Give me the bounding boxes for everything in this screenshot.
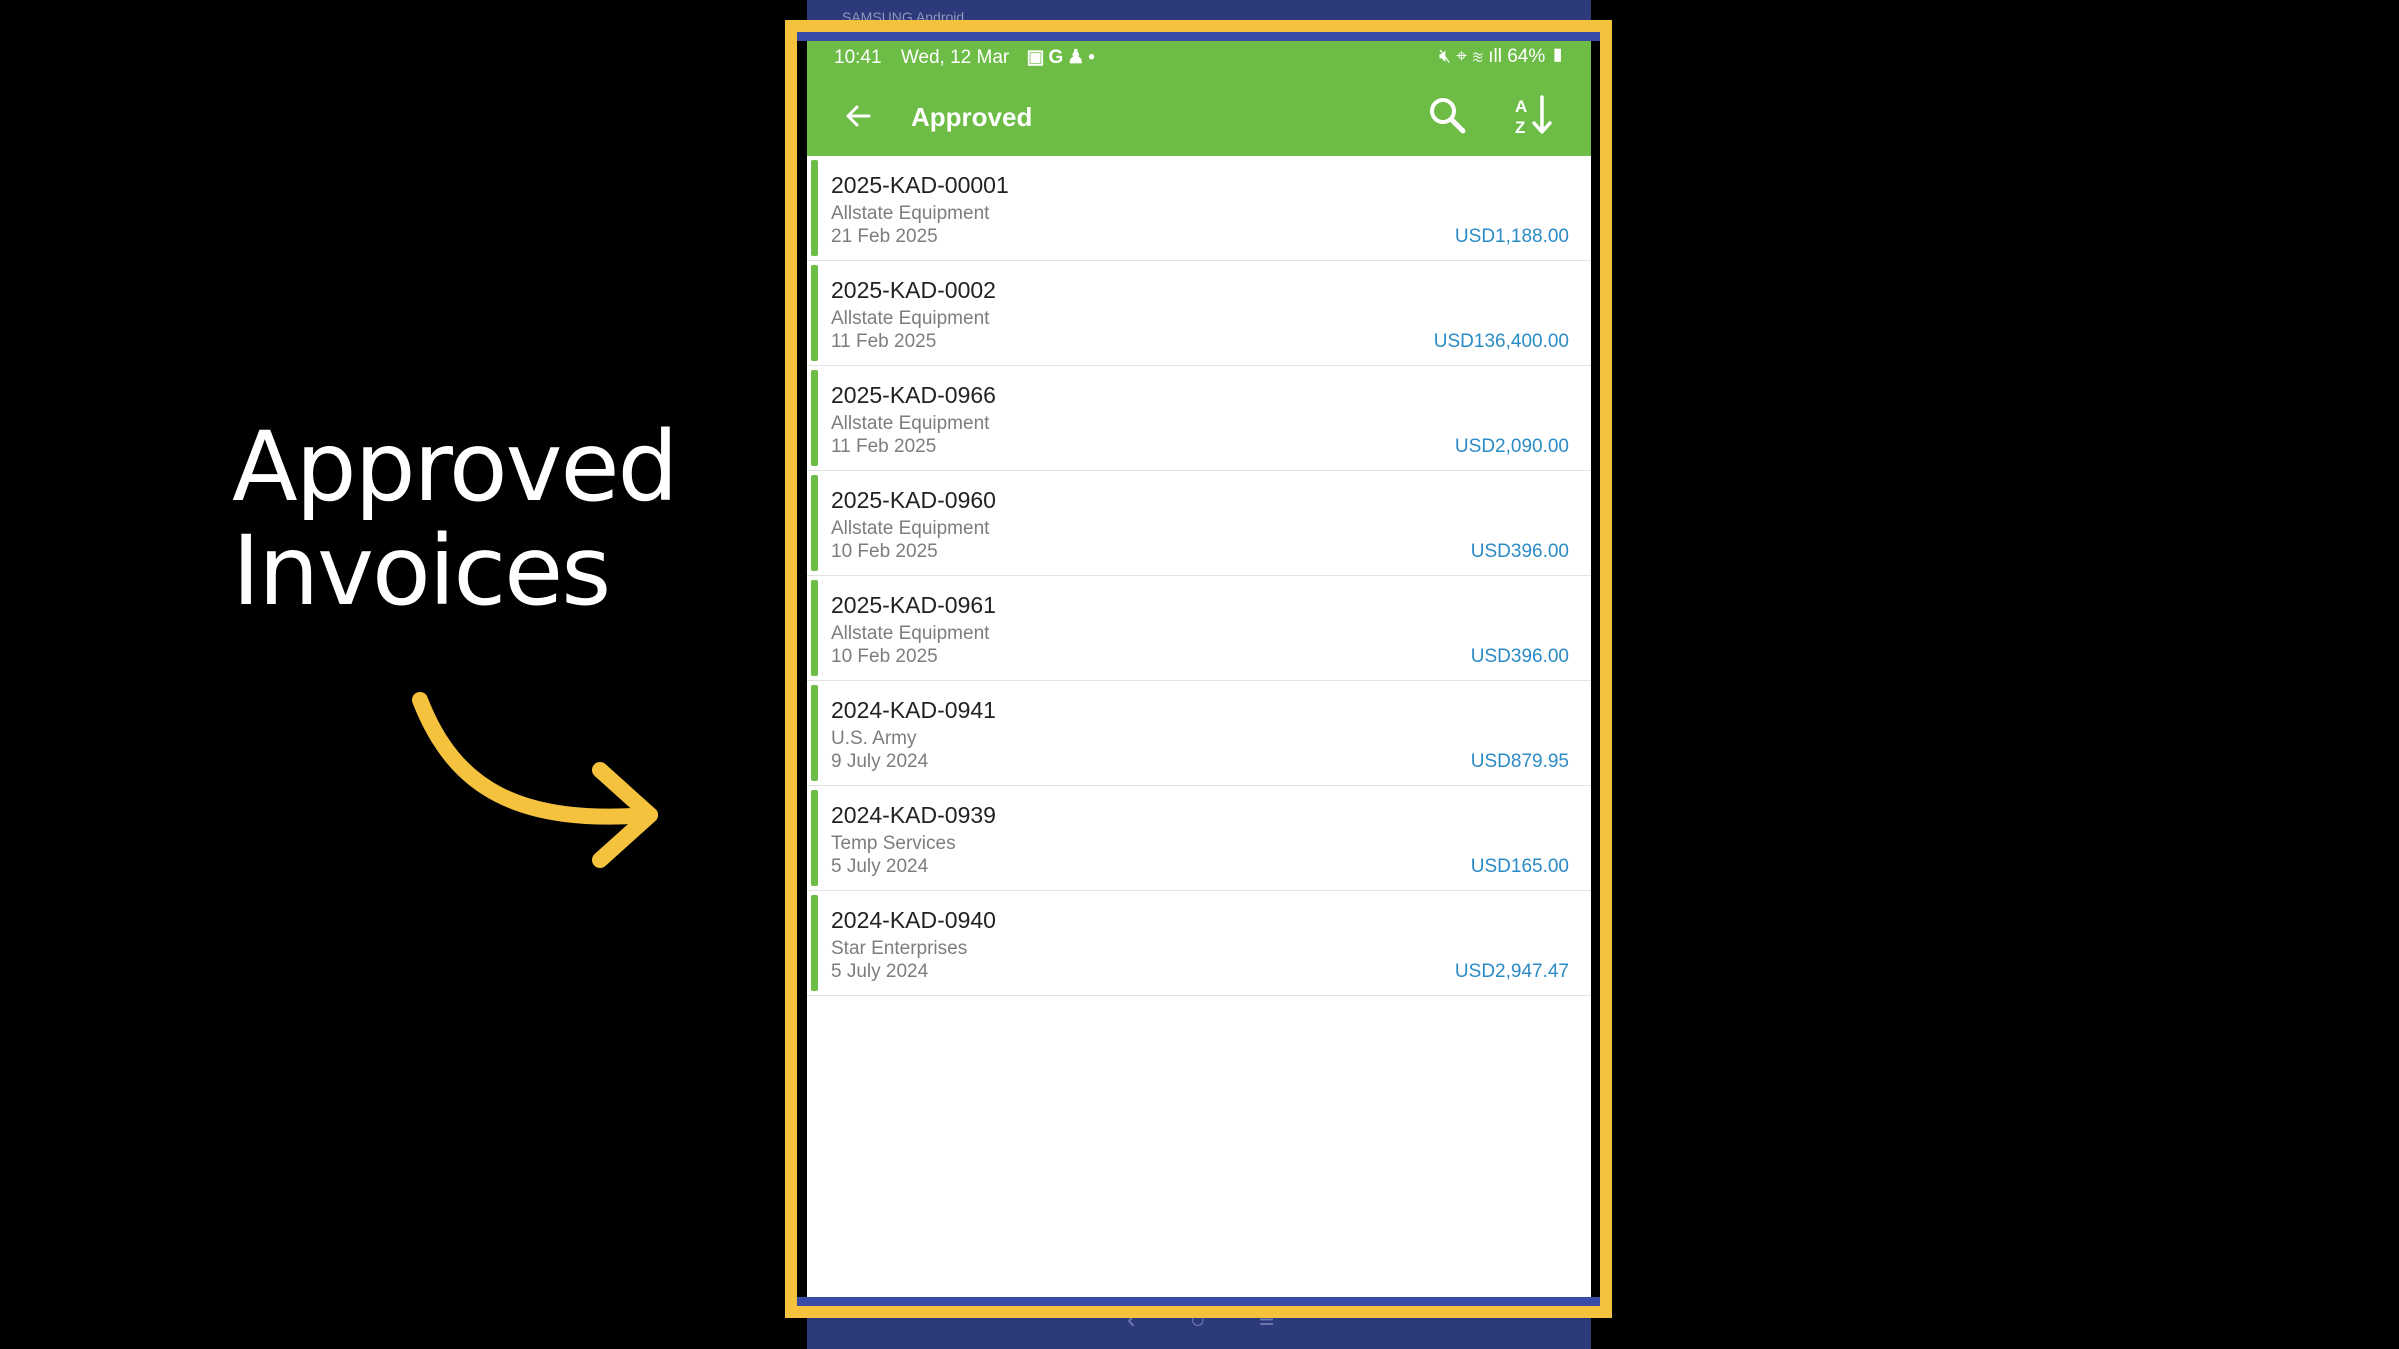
signal-icons: 🔇︎ ⌖ ≋ ıll <box>1438 46 1502 67</box>
frame-inner-bottom <box>797 1297 1600 1306</box>
invoice-vendor: Allstate Equipment <box>831 413 990 434</box>
battery-level: 64% <box>1507 46 1546 67</box>
invoice-row[interactable]: 2024-KAD-0941 U.S. Army 9 July 2024 USD879.… <box>807 681 1591 786</box>
invoice-row[interactable]: 2025-KAD-0966 Allstate Equipment 11 Feb 20… <box>807 366 1591 471</box>
invoice-number: 2025-KAD-00001 <box>831 172 1009 198</box>
invoice-vendor: Allstate Equipment <box>831 518 990 539</box>
frame-inner-right <box>1591 41 1600 1297</box>
back-arrow-icon[interactable] <box>839 96 879 136</box>
caption: Approved Invoices <box>232 411 678 627</box>
notification-icons: ▣G♟• <box>1026 47 1099 68</box>
status-indicator <box>811 160 818 256</box>
invoice-row[interactable]: 2024-KAD-0939 Temp Services 5 July 2024 USD… <box>807 786 1591 891</box>
invoice-amount: USD2,090.00 <box>1454 436 1569 457</box>
invoice-vendor: U.S. Army <box>831 728 917 749</box>
status-indicator <box>811 790 818 886</box>
app-bar: 10:41 Wed, 12 Mar ▣G♟• 🔇︎ ⌖ ≋ ıll 64% ▮ … <box>807 41 1591 156</box>
invoice-amount: USD136,400.00 <box>1433 331 1569 352</box>
status-indicator <box>811 685 818 781</box>
invoice-row[interactable]: 2024-KAD-0940 Star Enterprises 5 July 2024… <box>807 891 1591 996</box>
invoice-vendor: Temp Services <box>831 833 956 854</box>
invoice-number: 2025-KAD-0960 <box>831 487 996 513</box>
invoice-row[interactable]: 2025-KAD-0002 Allstate Equipment 11 Feb 20… <box>807 261 1591 366</box>
invoice-amount: USD396.00 <box>1470 541 1569 562</box>
invoice-row[interactable]: 2025-KAD-0960 Allstate Equipment 10 Feb 20… <box>807 471 1591 576</box>
sort-az-icon[interactable]: A Z <box>1512 93 1562 137</box>
invoice-date: 9 July 2024 <box>831 751 929 772</box>
invoice-date: 11 Feb 2025 <box>831 331 937 352</box>
invoice-date: 5 July 2024 <box>831 856 929 877</box>
invoice-vendor: Star Enterprises <box>831 938 968 959</box>
invoice-date: 10 Feb 2025 <box>831 541 938 562</box>
phone-screen: 10:41 Wed, 12 Mar ▣G♟• 🔇︎ ⌖ ≋ ıll 64% ▮ … <box>807 41 1591 1297</box>
status-indicator <box>811 475 818 571</box>
invoice-vendor: Allstate Equipment <box>831 623 990 644</box>
status-indicator <box>811 370 818 466</box>
invoice-amount: USD165.00 <box>1470 856 1569 877</box>
invoice-date: 10 Feb 2025 <box>831 646 938 667</box>
invoice-number: 2024-KAD-0940 <box>831 907 996 933</box>
invoice-vendor: Allstate Equipment <box>831 308 990 329</box>
invoice-row[interactable]: 2025-KAD-0961 Allstate Equipment 10 Feb 20… <box>807 576 1591 681</box>
status-indicator <box>811 895 818 991</box>
status-time: 10:41 <box>834 47 882 68</box>
svg-text:Z: Z <box>1515 118 1525 137</box>
invoice-vendor: Allstate Equipment <box>831 203 990 224</box>
invoice-number: 2025-KAD-0966 <box>831 382 996 408</box>
caption-line-1: Approved <box>232 411 678 523</box>
status-date: Wed, 12 Mar <box>900 47 1010 68</box>
status-bar: 10:41 Wed, 12 Mar ▣G♟• 🔇︎ ⌖ ≋ ıll 64% ▮ <box>807 41 1591 77</box>
invoice-row[interactable]: 2025-KAD-00001 Allstate Equipment 21 Feb 2… <box>807 156 1591 261</box>
invoice-number: 2025-KAD-0002 <box>831 277 996 303</box>
caption-line-2: Invoices <box>232 515 611 627</box>
invoice-amount: USD879.95 <box>1470 751 1569 772</box>
invoice-amount: USD1,188.00 <box>1454 226 1569 247</box>
status-indicator <box>811 580 818 676</box>
invoice-number: 2024-KAD-0941 <box>831 697 996 723</box>
frame-inner-top <box>797 32 1600 41</box>
invoice-amount: USD396.00 <box>1470 646 1569 667</box>
page-title: Approved <box>911 102 1033 132</box>
search-icon[interactable] <box>1425 93 1469 137</box>
invoice-number: 2024-KAD-0939 <box>831 802 996 828</box>
invoice-date: 21 Feb 2025 <box>831 226 938 247</box>
status-indicator <box>811 265 818 361</box>
invoice-amount: USD2,947.47 <box>1454 961 1569 982</box>
curved-arrow-icon <box>412 692 658 868</box>
battery-icon: ▮ <box>1550 46 1565 67</box>
invoice-date: 5 July 2024 <box>831 961 929 982</box>
invoice-list: 2025-KAD-00001 Allstate Equipment 21 Feb 2… <box>807 156 1591 996</box>
frame-inner-left <box>797 41 807 1297</box>
invoice-number: 2025-KAD-0961 <box>831 592 996 618</box>
invoice-date: 11 Feb 2025 <box>831 436 937 457</box>
svg-text:A: A <box>1515 97 1527 116</box>
